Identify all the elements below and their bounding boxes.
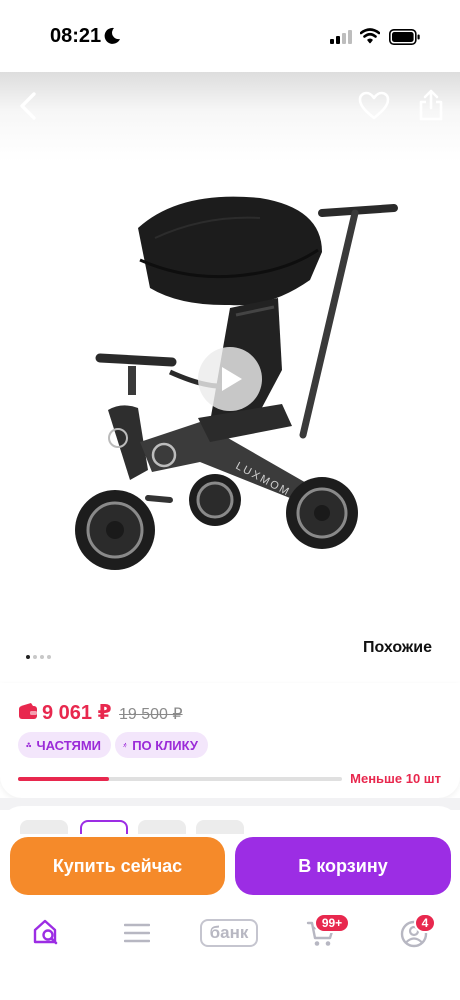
signal-icon bbox=[330, 30, 352, 44]
variant-thumb[interactable] bbox=[20, 820, 68, 834]
stock-text: Меньше 10 шт bbox=[350, 771, 441, 786]
installments-icon bbox=[26, 742, 32, 748]
buy-now-button[interactable]: Купить сейчас bbox=[10, 837, 225, 895]
stock-progress-fill bbox=[18, 777, 109, 781]
similar-products-link[interactable]: Похожие bbox=[363, 639, 432, 657]
share-icon[interactable] bbox=[416, 88, 446, 122]
wallet-icon bbox=[19, 703, 37, 719]
installments-label: ЧАСТЯМИ bbox=[36, 737, 101, 753]
gallery-dot bbox=[47, 655, 51, 659]
one-click-chip[interactable]: ПО КЛИКУ bbox=[115, 732, 208, 758]
heart-icon[interactable] bbox=[358, 90, 390, 122]
old-price: 19 500 ₽ bbox=[119, 706, 183, 723]
home-search-icon[interactable] bbox=[32, 918, 60, 946]
play-icon bbox=[222, 367, 242, 391]
bottom-navigation bbox=[0, 900, 460, 1000]
status-bar: 08:21 bbox=[0, 0, 460, 72]
bank-tab[interactable]: банк bbox=[200, 919, 258, 947]
gallery-dot bbox=[33, 655, 37, 659]
cart-count-badge: 99+ bbox=[314, 913, 350, 933]
catalog-menu-icon[interactable] bbox=[124, 922, 150, 944]
gallery-dot bbox=[40, 655, 44, 659]
wifi-icon bbox=[360, 28, 380, 44]
profile-notification-badge: 4 bbox=[414, 913, 436, 933]
runner-icon bbox=[123, 742, 127, 748]
play-video-button[interactable] bbox=[198, 347, 262, 411]
installments-chip[interactable]: ЧАСТЯМИ bbox=[18, 732, 111, 758]
variant-thumb-selected[interactable] bbox=[80, 820, 128, 834]
gallery-pagination bbox=[26, 655, 51, 659]
variant-thumb[interactable] bbox=[138, 820, 186, 834]
stock-progress-bar bbox=[18, 777, 342, 781]
status-time: 08:21 bbox=[50, 25, 102, 47]
add-to-cart-button[interactable]: В корзину bbox=[235, 837, 451, 895]
gallery-dot bbox=[26, 655, 30, 659]
battery-icon bbox=[389, 29, 420, 45]
one-click-label: ПО КЛИКУ bbox=[132, 737, 198, 753]
variant-thumb[interactable] bbox=[196, 820, 244, 834]
moon-icon bbox=[104, 27, 120, 44]
back-arrow-icon[interactable] bbox=[14, 88, 46, 124]
current-price: 9 061 ₽ bbox=[42, 702, 112, 724]
